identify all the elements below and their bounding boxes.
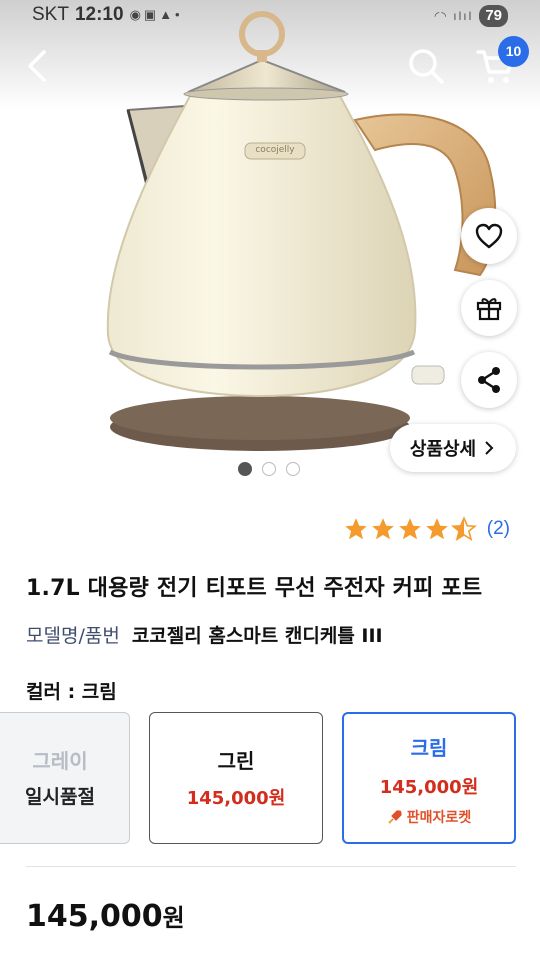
wishlist-button[interactable] <box>461 208 517 264</box>
star-icon <box>398 518 421 540</box>
gift-icon <box>476 298 502 321</box>
product-price: 145,000원 <box>26 898 185 934</box>
price-unit: 원 <box>162 904 185 932</box>
option-price: 145,000원 <box>379 777 479 798</box>
pagination-dot-1[interactable] <box>238 462 252 476</box>
kettle-image <box>106 11 497 451</box>
chevron-left-icon <box>28 50 46 82</box>
notification-icons: ◉▣▲• <box>129 7 183 22</box>
product-title: 1.7L 대용량 전기 티포트 무선 주전자 커피 포트 <box>26 576 483 601</box>
option-name: 크림 <box>410 736 448 760</box>
product-detail-label: 상품상세 <box>409 439 477 460</box>
half-star-icon <box>450 516 477 542</box>
brand-logo-on-kettle: cocojelly <box>255 145 295 155</box>
model-info: 모델명/품번 코코젤리 홈스마트 캔디케틀 III <box>26 621 383 648</box>
product-detail-button[interactable]: 상품상세 <box>390 424 516 472</box>
share-button[interactable] <box>461 352 517 408</box>
seller-rocket-badge: 판매자로켓 <box>344 807 514 827</box>
pagination-dot-2[interactable] <box>262 462 276 476</box>
star-icon <box>425 518 448 540</box>
color-option-gray[interactable]: 그레이 일시품절 <box>0 712 130 844</box>
share-icon <box>478 367 500 393</box>
clock: 12:10 <box>74 4 124 25</box>
color-option-green[interactable]: 그린 145,000원 <box>149 712 323 844</box>
star-icon <box>344 518 367 540</box>
option-price: 145,000원 <box>186 788 286 809</box>
star-rating <box>343 516 477 542</box>
seller-rocket-label: 판매자로켓 <box>406 810 472 826</box>
selected-color-label: 컬러 : 크림 <box>26 681 117 703</box>
star-icon <box>371 518 394 540</box>
review-count[interactable]: (2) <box>487 518 510 540</box>
heart-icon <box>475 223 503 249</box>
product-image[interactable] <box>0 0 540 490</box>
chevron-right-icon <box>485 441 494 455</box>
search-icon <box>409 49 444 84</box>
model-value: 코코젤리 홈스마트 캔디케틀 III <box>131 625 383 647</box>
option-name: 그레이 <box>32 749 88 773</box>
cart-count-badge: 10 <box>498 36 529 67</box>
product-rating[interactable]: (2) <box>343 516 510 542</box>
gift-button[interactable] <box>461 280 517 336</box>
signal-icon: ◜◝ ılıl <box>434 9 474 23</box>
battery-indicator: 79 <box>479 5 508 27</box>
divider <box>26 866 516 867</box>
image-pagination <box>238 462 300 476</box>
back-button[interactable] <box>16 44 60 88</box>
color-option-cream[interactable]: 크림 145,000원 판매자로켓 <box>342 712 516 844</box>
sold-out-status: 일시품절 <box>25 786 95 808</box>
pagination-dot-3[interactable] <box>286 462 300 476</box>
rocket-icon <box>388 810 402 824</box>
option-name: 그린 <box>217 749 255 773</box>
price-amount: 145,000 <box>26 899 163 934</box>
carrier: SKT <box>32 4 69 25</box>
status-bar: SKT 12:10 ◉▣▲• ◜◝ ılıl 79 <box>0 0 540 32</box>
model-label: 모델명/품번 <box>26 625 120 647</box>
search-button[interactable] <box>404 44 448 88</box>
